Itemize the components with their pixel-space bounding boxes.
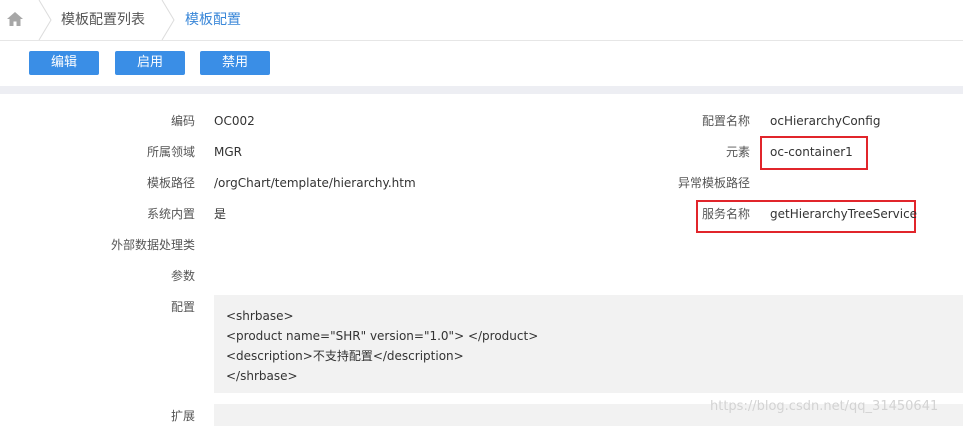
- params-label: 参数: [170, 269, 195, 283]
- edit-button[interactable]: 编辑: [29, 51, 99, 75]
- watermark: https://blog.csdn.net/qq_31450641: [710, 399, 939, 414]
- config-line: <description>不支持配置</description>: [226, 349, 464, 363]
- breadcrumb-separator-icon: [161, 0, 175, 40]
- config-label: 配置: [170, 300, 195, 314]
- config-content: [214, 295, 963, 393]
- config-name-label: 配置名称: [701, 114, 750, 128]
- breadcrumb-template-config[interactable]: 模板配置: [185, 11, 241, 29]
- service-name-value: getHierarchyTreeService: [770, 207, 918, 221]
- element-value: oc-container1: [770, 145, 853, 159]
- breadcrumb-template-config-list[interactable]: 模板配置列表: [61, 11, 145, 29]
- extension-label: 扩展: [170, 409, 195, 423]
- system-builtin-value: 是: [214, 207, 227, 221]
- code-label: 编码: [170, 114, 195, 128]
- code-value: OC002: [214, 114, 255, 128]
- template-path-label: 模板路径: [146, 176, 195, 190]
- disable-button[interactable]: 禁用: [200, 51, 270, 75]
- error-template-path-label: 异常模板路径: [677, 176, 750, 190]
- section-divider: [0, 86, 963, 94]
- enable-button[interactable]: 启用: [115, 51, 185, 75]
- config-line: </shrbase>: [226, 369, 298, 383]
- domain-value: MGR: [214, 145, 242, 159]
- config-line: <product name="SHR" version="1.0"> </pro…: [226, 329, 539, 343]
- breadcrumb-separator-icon: [38, 0, 52, 40]
- domain-label: 所属领域: [146, 145, 195, 159]
- element-label: 元素: [725, 145, 750, 159]
- home-icon[interactable]: [6, 10, 24, 28]
- config-line: <shrbase>: [226, 309, 294, 323]
- external-handler-label: 外部数据处理类: [110, 238, 195, 252]
- template-path-value: /orgChart/template/hierarchy.htm: [214, 176, 416, 190]
- config-name-value: ocHierarchyConfig: [770, 114, 881, 128]
- system-builtin-label: 系统内置: [146, 207, 195, 221]
- service-name-label: 服务名称: [701, 207, 750, 221]
